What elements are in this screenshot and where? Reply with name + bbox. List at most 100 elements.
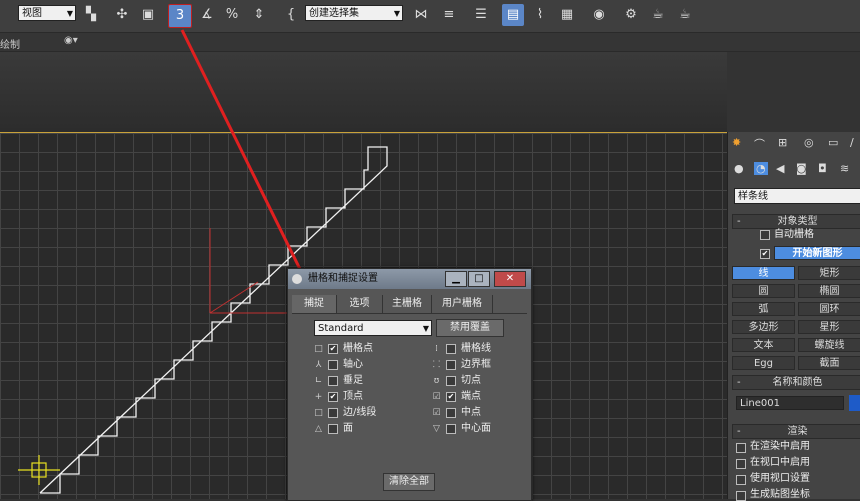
panel-tabs: ✸ ⌒ ⊞ ◎ ▭ ∕	[732, 136, 857, 154]
left-snap-icon: +	[314, 392, 323, 402]
shape-button[interactable]: 螺旋线	[798, 338, 860, 352]
left-snap-icon: □	[314, 344, 323, 354]
collapse-icon: -	[737, 377, 741, 388]
left-snap-checkbox[interactable]	[328, 408, 338, 418]
override-off-button[interactable]: 禁用覆盖	[436, 319, 504, 337]
create-categories: ● ◔ ◀ ◙ ◘ ≋	[734, 162, 859, 180]
right-snap-checkbox[interactable]	[446, 360, 456, 370]
command-panel: ✸ ⌒ ⊞ ◎ ▭ ∕ ● ◔ ◀ ◙ ◘ ≋ 样条线 - 对象类型 自动栅格 …	[727, 132, 860, 501]
shape-button[interactable]: 多边形	[732, 320, 795, 334]
shape-button[interactable]: 弧	[732, 302, 795, 316]
shape-button[interactable]: 文本	[732, 338, 795, 352]
shape-button[interactable]: 圆环	[798, 302, 860, 316]
left-snap-label: 面	[343, 423, 353, 434]
dialog-titlebar[interactable]: 栅格和捕捉设置 ▁ □ ✕	[288, 269, 531, 289]
right-snap-label: 端点	[461, 391, 481, 402]
right-snap-checkbox[interactable]	[446, 376, 456, 386]
render-option-checkbox[interactable]	[736, 459, 746, 469]
start-new-shape-button[interactable]: 开始新图形	[774, 246, 860, 260]
right-snap-icon: ☑	[432, 392, 441, 402]
left-snap-checkbox[interactable]: ✔	[328, 344, 338, 354]
shape-button[interactable]: 矩形	[798, 266, 860, 280]
left-snap-checkbox[interactable]: ✔	[328, 392, 338, 402]
tab-user-grid[interactable]: 用户栅格	[432, 295, 493, 313]
category-select[interactable]: 样条线	[734, 188, 860, 204]
geometry-icon[interactable]: ●	[734, 162, 744, 175]
auto-grid-label: 自动栅格	[774, 229, 814, 240]
render-option-label: 使用视口设置	[750, 473, 810, 484]
right-snap-label: 栅格线	[461, 343, 491, 354]
left-snap-label: 边/线段	[343, 407, 377, 418]
shape-button[interactable]: 截面	[798, 356, 860, 370]
left-snap-icon: △	[315, 424, 322, 434]
right-snap-checkbox[interactable]	[446, 408, 456, 418]
object-color-swatch[interactable]	[849, 395, 860, 411]
right-snap-label: 中点	[461, 407, 481, 418]
left-snap-label: 顶点	[343, 391, 363, 402]
left-snap-checkbox[interactable]	[328, 360, 338, 370]
right-snap-icon: ▽	[433, 424, 440, 434]
lights-icon[interactable]: ◀	[776, 162, 784, 175]
helpers-icon[interactable]: ◘	[818, 162, 827, 175]
name-color-title: 名称和颜色	[772, 377, 823, 388]
motion-tab-icon[interactable]: ◎	[804, 136, 814, 149]
close-icon[interactable]: ✕	[494, 271, 526, 287]
name-color-rollout-header[interactable]: - 名称和颜色	[732, 375, 860, 390]
left-snap-icon: □	[314, 408, 323, 418]
right-snap-checkbox[interactable]: ✔	[446, 392, 456, 402]
tab-home-grid[interactable]: 主栅格	[383, 295, 432, 313]
hierarchy-tab-icon[interactable]: ⊞	[778, 136, 787, 149]
shape-button[interactable]: 线	[732, 266, 795, 280]
tab-options[interactable]: 选项	[337, 295, 383, 313]
right-snap-label: 中心面	[461, 423, 491, 434]
app-icon	[292, 274, 302, 284]
left-snap-icon: ⅄	[315, 360, 322, 370]
shape-button[interactable]: 椭圆	[798, 284, 860, 298]
snap-preset-select[interactable]: Standard ▼	[314, 320, 432, 336]
shape-button[interactable]: 星形	[798, 320, 860, 334]
tab-snaps[interactable]: 捕捉	[292, 295, 337, 313]
left-snap-icon: ∟	[314, 376, 323, 386]
render-option-checkbox[interactable]	[736, 475, 746, 485]
minimize-icon[interactable]: ▁	[445, 271, 467, 287]
left-snap-label: 轴心	[343, 359, 363, 370]
right-snap-label: 边界框	[461, 359, 491, 370]
shape-button[interactable]: Egg	[732, 356, 795, 370]
shape-button[interactable]: 圆	[732, 284, 795, 298]
shapes-icon[interactable]: ◔	[754, 162, 768, 175]
utilities-tab-icon[interactable]: ∕	[850, 136, 854, 149]
render-option-checkbox[interactable]	[736, 443, 746, 453]
category-value: 样条线	[738, 191, 768, 202]
grid-snap-settings-dialog: 栅格和捕捉设置 ▁ □ ✕ 捕捉 选项 主栅格 用户栅格 Standard ▼ 禁…	[287, 268, 532, 501]
chevron-down-icon: ▼	[422, 324, 429, 333]
modify-tab-icon[interactable]: ⌒	[754, 136, 765, 152]
object-type-rollout-header[interactable]: - 对象类型	[732, 214, 860, 229]
spacewarps-icon[interactable]: ≋	[840, 162, 849, 175]
left-snap-checkbox[interactable]	[328, 376, 338, 386]
render-option-label: 在渲染中启用	[750, 441, 810, 452]
render-option-checkbox[interactable]	[736, 491, 746, 501]
render-option-label: 在视口中启用	[750, 457, 810, 468]
object-name-field[interactable]: Line001	[736, 396, 844, 410]
right-snap-icon: ⸬	[432, 360, 441, 370]
left-snap-checkbox[interactable]	[328, 424, 338, 434]
right-snap-icon: ☑	[432, 408, 441, 418]
cameras-icon[interactable]: ◙	[796, 162, 807, 175]
auto-grid-checkbox[interactable]	[760, 230, 770, 240]
render-option-label: 生成贴图坐标	[750, 489, 810, 500]
snap-preset-value: Standard	[318, 323, 364, 334]
rendering-rollout-header[interactable]: - 渲染	[732, 424, 860, 439]
right-snap-icon: ⁞	[435, 344, 438, 354]
create-tab-icon[interactable]: ✸	[732, 136, 741, 149]
left-snap-label: 栅格点	[343, 343, 373, 354]
maximize-icon[interactable]: □	[468, 271, 490, 287]
display-tab-icon[interactable]: ▭	[828, 136, 838, 149]
start-new-shape-checkbox[interactable]: ✔	[760, 249, 770, 259]
right-snap-checkbox[interactable]	[446, 424, 456, 434]
right-snap-label: 切点	[461, 375, 481, 386]
right-snap-checkbox[interactable]	[446, 344, 456, 354]
clear-all-button[interactable]: 清除全部	[383, 473, 435, 491]
dialog-title: 栅格和捕捉设置	[308, 273, 378, 284]
collapse-icon: -	[737, 216, 741, 227]
collapse-icon: -	[737, 426, 741, 437]
